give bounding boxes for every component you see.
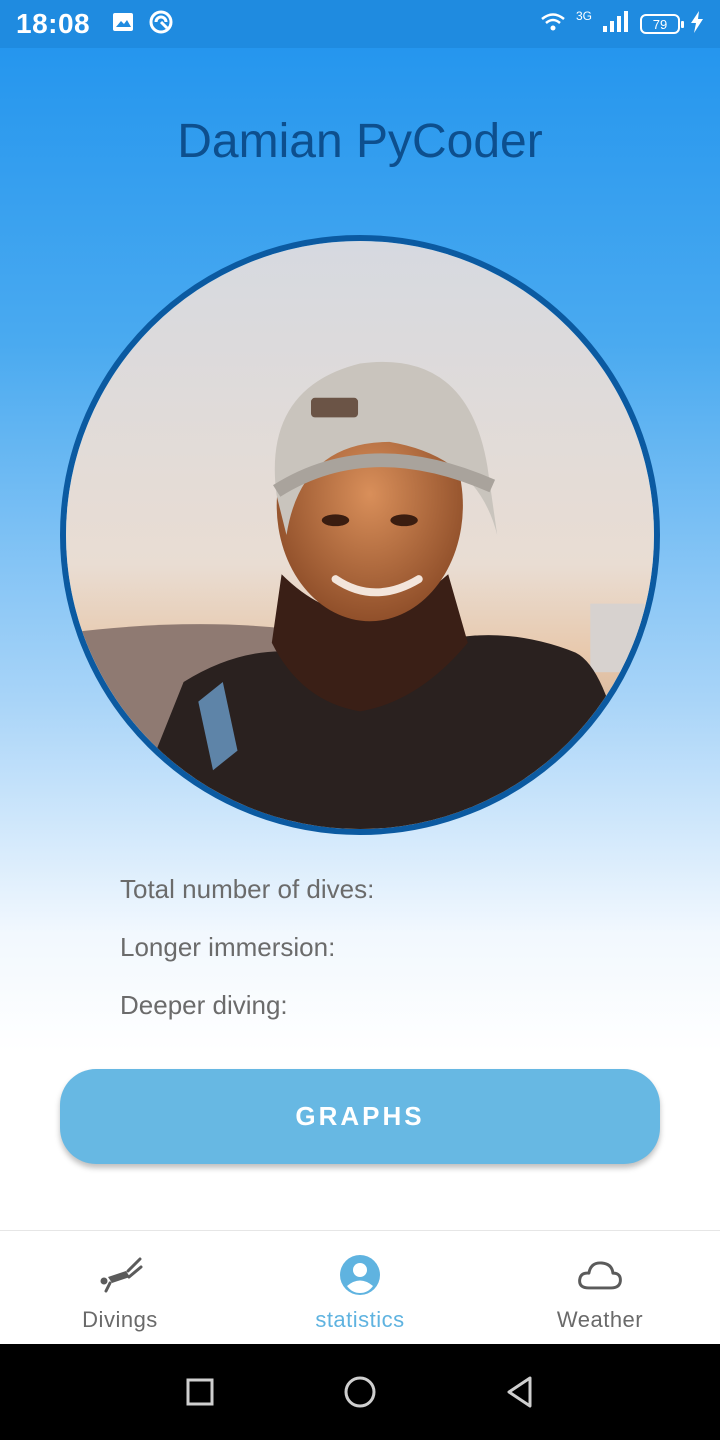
status-bar: 18:08 3G 79 [0, 0, 720, 48]
nav-label-divings: Divings [82, 1307, 158, 1332]
avatar-photo [66, 241, 654, 829]
battery-icon: 79 [640, 14, 684, 34]
sync-icon [148, 9, 174, 40]
home-icon[interactable] [336, 1368, 384, 1416]
nav-item-divings[interactable]: Divings [0, 1231, 240, 1344]
deeper-diving-label: Deeper diving: [120, 990, 288, 1020]
image-icon [112, 12, 134, 37]
cloud-icon [576, 1251, 624, 1299]
battery-level: 79 [652, 16, 668, 32]
status-time: 18:08 [16, 8, 91, 39]
avatar [60, 235, 660, 835]
network-label: 3G [575, 9, 592, 23]
diver-icon [96, 1251, 144, 1299]
bottom-navigation: Divings statistics Weather [0, 1230, 720, 1344]
total-dives-label: Total number of dives: [120, 874, 375, 904]
wifi-icon [540, 12, 566, 37]
graphs-button[interactable]: GRAPHS [60, 1069, 660, 1164]
back-icon[interactable] [496, 1368, 544, 1416]
nav-label-weather: Weather [556, 1307, 644, 1332]
nav-label-statistics: statistics [315, 1307, 405, 1332]
account-icon [336, 1251, 384, 1299]
system-navigation-bar [0, 1344, 720, 1440]
profile-name: Damian PyCoder [177, 115, 543, 168]
nav-item-weather[interactable]: Weather [480, 1231, 720, 1344]
profile-screen: Damian PyCoder Total number of dives: Lo… [0, 48, 720, 1230]
recents-icon[interactable] [176, 1368, 224, 1416]
signal-icon [602, 10, 630, 38]
nav-item-statistics[interactable]: statistics [240, 1231, 480, 1344]
charging-icon [690, 10, 704, 38]
stats-list: Total number of dives: Longer immersion:… [120, 874, 374, 1048]
longer-immersion-label: Longer immersion: [120, 932, 336, 962]
